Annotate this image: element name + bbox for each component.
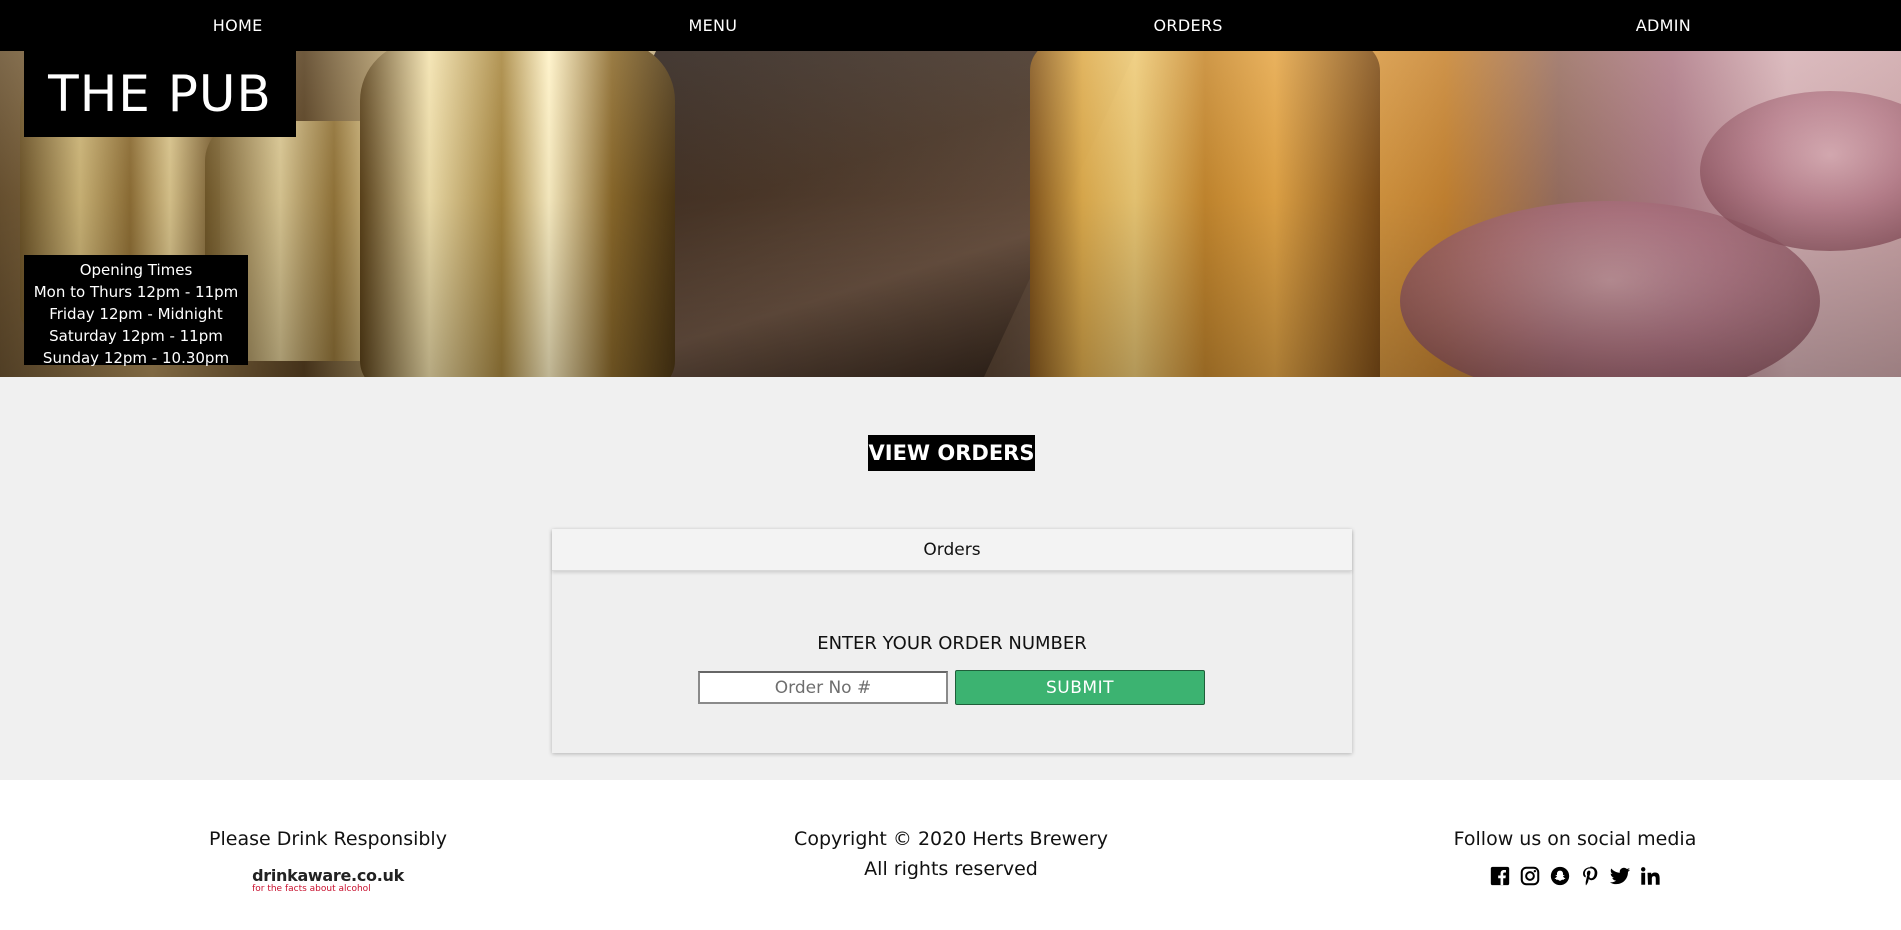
order-number-prompt: ENTER YOUR ORDER NUMBER: [817, 633, 1087, 654]
facebook-icon[interactable]: [1488, 864, 1512, 888]
footer-responsibility: Please Drink Responsibly drinkaware.co.u…: [178, 824, 478, 900]
drinkaware-logo-tagline: for the facts about alcohol: [252, 884, 371, 894]
opening-times-line: Friday 12pm - Midnight: [49, 305, 223, 323]
nav-admin-link[interactable]: ADMIN: [1426, 0, 1901, 51]
site-title: THE PUB: [24, 51, 296, 137]
drink-responsibly-text: Please Drink Responsibly: [209, 828, 447, 850]
footer-copyright: Copyright © 2020 Herts Brewery All right…: [751, 824, 1151, 884]
linkedin-icon[interactable]: [1638, 864, 1662, 888]
opening-times-line: Sunday 12pm - 10.30pm: [42, 349, 230, 367]
rights-reserved-text: All rights reserved: [864, 858, 1038, 880]
instagram-icon[interactable]: [1518, 864, 1542, 888]
nav-home-link[interactable]: HOME: [0, 0, 475, 51]
copyright-text: Copyright © 2020 Herts Brewery: [794, 828, 1108, 850]
submit-button[interactable]: SUBMIT: [955, 670, 1205, 705]
opening-times-line: Mon to Thurs 12pm - 11pm: [33, 283, 239, 301]
footer-social: Follow us on social media: [1425, 824, 1725, 888]
opening-times-heading: Opening Times: [79, 261, 193, 279]
hero-banner: THE PUB Opening Times Mon to Thurs 12pm …: [0, 51, 1901, 377]
drinkaware-logo[interactable]: drinkaware.co.uk for the facts about alc…: [252, 868, 404, 894]
page-heading: VIEW ORDERS: [868, 435, 1035, 471]
orders-card: Orders ENTER YOUR ORDER NUMBER SUBMIT: [552, 529, 1352, 753]
opening-times-box: Opening Times Mon to Thurs 12pm - 11pm F…: [24, 255, 248, 367]
opening-times-line: Saturday 12pm - 11pm: [49, 327, 223, 345]
social-media-heading: Follow us on social media: [1453, 828, 1697, 850]
top-nav: HOME MENU ORDERS ADMIN: [0, 0, 1901, 51]
main-content: VIEW ORDERS Orders ENTER YOUR ORDER NUMB…: [0, 377, 1901, 780]
nav-menu-link[interactable]: MENU: [475, 0, 950, 51]
drinkaware-logo-name: drinkaware.co.uk: [252, 866, 404, 885]
snapchat-icon[interactable]: [1548, 864, 1572, 888]
twitter-icon[interactable]: [1608, 864, 1632, 888]
footer: Please Drink Responsibly drinkaware.co.u…: [0, 780, 1901, 930]
social-icons: [1425, 864, 1725, 888]
pinterest-icon[interactable]: [1578, 864, 1602, 888]
orders-card-header: Orders: [552, 529, 1352, 571]
nav-orders-link[interactable]: ORDERS: [951, 0, 1426, 51]
site-title-text: THE PUB: [48, 65, 272, 123]
order-number-input[interactable]: [698, 671, 948, 704]
